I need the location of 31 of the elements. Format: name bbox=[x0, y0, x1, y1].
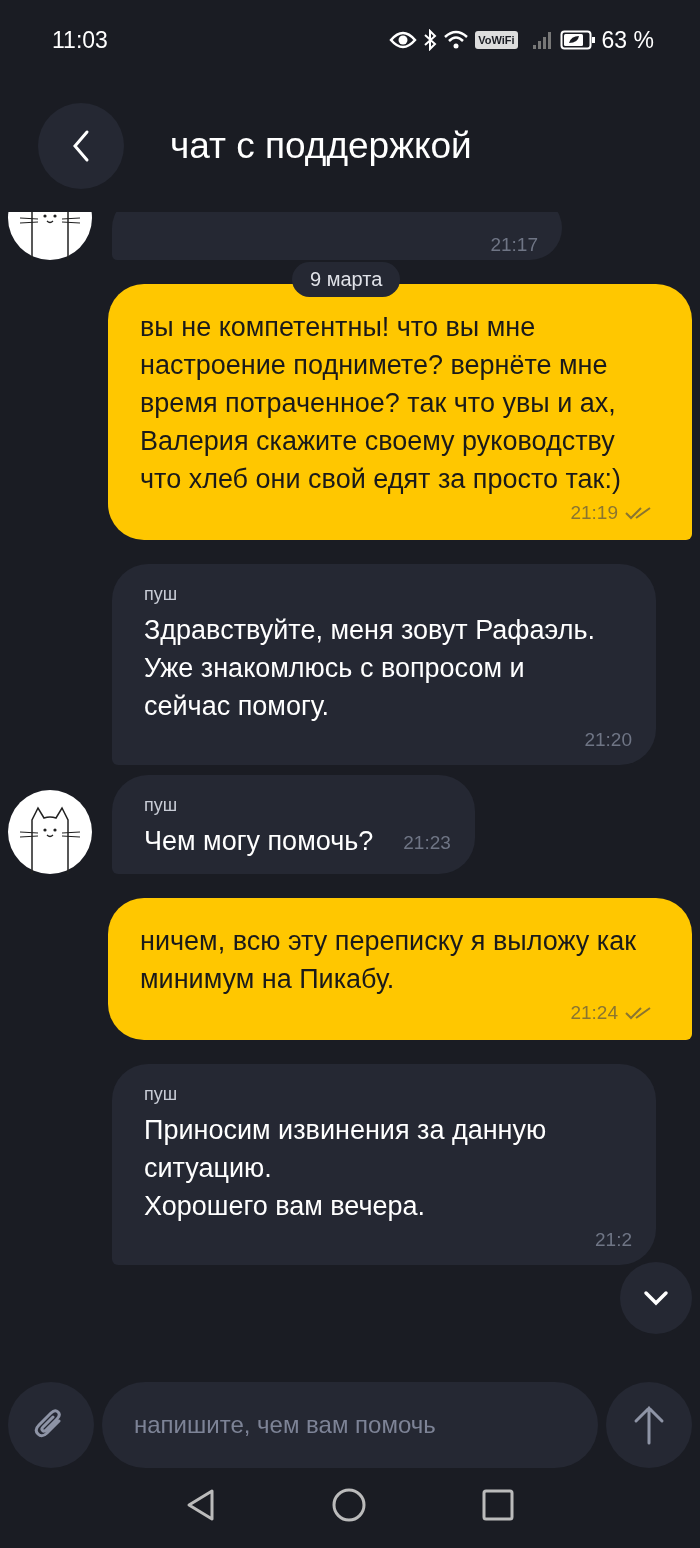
sender-name: пуш bbox=[144, 584, 179, 605]
bluetooth-icon bbox=[423, 29, 438, 51]
message-time: 21:24 bbox=[570, 1002, 618, 1024]
chat-title: чат с поддержкой bbox=[170, 125, 472, 167]
back-nav-icon[interactable] bbox=[186, 1488, 216, 1522]
home-nav-icon[interactable] bbox=[332, 1488, 366, 1522]
signal-icon bbox=[531, 30, 554, 50]
sender-name: пуш bbox=[144, 1084, 179, 1105]
wifi-calling-badge: VoWiFi bbox=[475, 31, 518, 49]
message-text: Здравствуйте, меня зовут Рафаэль. Уже знакомлюсь с вопросом и сейчас помогу. bbox=[144, 614, 597, 723]
message-text: Приносим извинения за данную ситуацию. Хорошего вам вечера. bbox=[144, 1114, 548, 1223]
message-time: 21:20 bbox=[584, 729, 632, 751]
message-text: Чем могу помочь? bbox=[144, 825, 374, 858]
message-time: 21:23 bbox=[403, 832, 451, 854]
battery-icon bbox=[559, 29, 596, 51]
message-time: 21:2 bbox=[595, 1229, 632, 1251]
back-icon bbox=[71, 129, 91, 163]
recents-nav-icon[interactable] bbox=[482, 1489, 514, 1521]
arrow-up-icon bbox=[633, 1405, 665, 1445]
message-time: 21:17 bbox=[490, 234, 538, 256]
wifi-icon bbox=[443, 29, 470, 51]
message-time: 21:19 bbox=[570, 502, 618, 524]
eye-icon bbox=[389, 30, 418, 50]
sender-name: пуш bbox=[144, 795, 179, 816]
date-label: 9 марта bbox=[292, 262, 401, 297]
clock-time: 11:03 bbox=[52, 26, 108, 54]
message-input[interactable]: напишите, чем вам помочь bbox=[102, 1382, 598, 1468]
message-text: вы не компетентны! что вы мне настроение поднимете? вернёте мне время потраченное? так что увы и ах, Валерия скажите своему руководству что хлеб они свой едят за просто так:) bbox=[140, 311, 622, 496]
battery-level: 63 % bbox=[601, 26, 654, 54]
message-text: ничем, всю эту переписку я выложу как минимум на Пикабу. bbox=[140, 925, 638, 996]
chevron-down-icon bbox=[643, 1290, 669, 1306]
